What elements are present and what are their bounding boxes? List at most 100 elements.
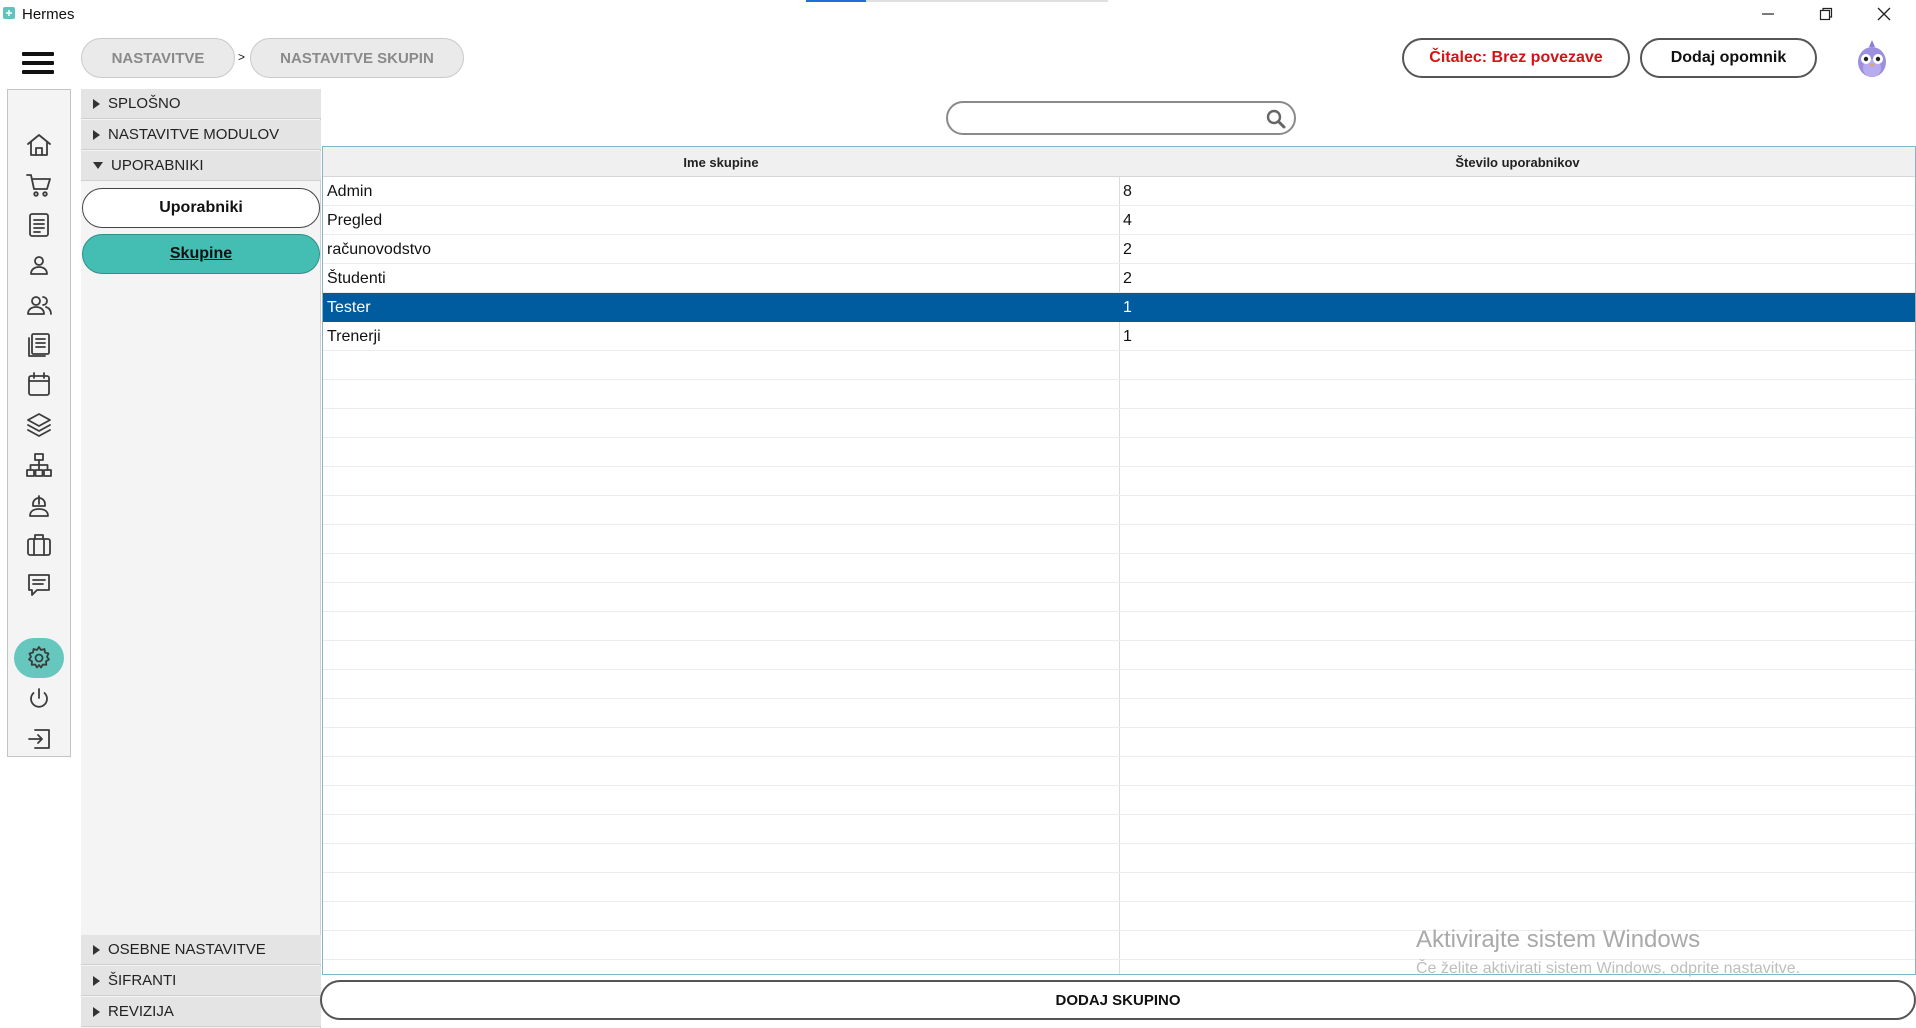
- tree-section-modules[interactable]: NASTAVITVE MODULOV: [81, 120, 321, 150]
- rail-power[interactable]: [22, 682, 56, 716]
- empty-table-row: [323, 467, 1915, 496]
- tree-section-codebooks[interactable]: ŠIFRANTI: [81, 966, 321, 996]
- empty-table-row: [323, 554, 1915, 583]
- cell-user-count: 4: [1123, 212, 1132, 229]
- expand-down-icon: [93, 162, 103, 169]
- empty-table-row: [323, 380, 1915, 409]
- rail-worker[interactable]: [22, 488, 56, 522]
- empty-table-row: [323, 525, 1915, 554]
- table-body: Admin 8 Pregled 4 računovodstvo 2 Študen…: [323, 177, 1915, 960]
- title-bar: Hermes: [0, 0, 1916, 28]
- tree-section-label: OSEBNE NASTAVITVE: [108, 941, 266, 958]
- rail-network[interactable]: [22, 448, 56, 482]
- rail-cart[interactable]: [22, 168, 56, 202]
- column-header-user-count[interactable]: Število uporabnikov: [1120, 147, 1915, 177]
- rail-documents[interactable]: [22, 208, 56, 242]
- tree-item-groups[interactable]: Skupine: [82, 234, 320, 274]
- calendar-icon: [28, 372, 50, 396]
- empty-table-row: [323, 496, 1915, 525]
- breadcrumb-separator: >: [238, 50, 246, 64]
- cell-group-name: računovodstvo: [327, 241, 432, 258]
- empty-table-row: [323, 438, 1915, 467]
- reader-status-button[interactable]: Čitalec: Brez povezave: [1402, 38, 1630, 78]
- expand-right-icon: [93, 129, 100, 140]
- add-group-button[interactable]: DODAJ SKUPINO: [320, 980, 1916, 1020]
- power-icon: [30, 688, 48, 708]
- expand-right-icon: [93, 1006, 100, 1017]
- layers-icon: [27, 413, 51, 437]
- restore-icon: [1819, 7, 1833, 21]
- windows-activation-subtitle: Če želite aktivirati sistem Windows, odp…: [1416, 960, 1801, 977]
- logout-icon: [28, 729, 50, 749]
- cell-user-count: 1: [1123, 328, 1132, 345]
- rail-users[interactable]: [22, 288, 56, 322]
- expand-right-icon: [93, 98, 100, 109]
- hermes-logo-icon: [3, 7, 15, 19]
- rail-user[interactable]: [22, 248, 56, 282]
- tree-section-users[interactable]: UPORABNIKI: [81, 151, 321, 181]
- empty-table-row: [323, 583, 1915, 612]
- search-box: [946, 101, 1296, 135]
- table-row[interactable]: računovodstvo 2: [323, 235, 1915, 264]
- close-icon: [1877, 7, 1891, 21]
- mouse-icon: [29, 495, 49, 517]
- document-icon: [29, 213, 49, 237]
- breadcrumb-settings[interactable]: NASTAVITVE: [81, 38, 235, 78]
- rail-layers[interactable]: [22, 408, 56, 442]
- rail-home[interactable]: [22, 128, 56, 162]
- hamburger-menu-icon[interactable]: [22, 52, 54, 76]
- search-icon[interactable]: [1266, 109, 1286, 129]
- briefcase-icon: [27, 534, 51, 556]
- column-header-group-name[interactable]: Ime skupine: [323, 147, 1119, 177]
- cell-group-name: Tester: [327, 299, 371, 316]
- cell-user-count: 1: [1123, 299, 1132, 316]
- message-icon: [28, 574, 50, 596]
- empty-table-row: [323, 670, 1915, 699]
- tree-section-audit[interactable]: REVIZIJA: [81, 997, 321, 1027]
- table-row[interactable]: Študenti 2: [323, 264, 1915, 293]
- empty-table-row: [323, 844, 1915, 873]
- module-rail: [7, 89, 71, 757]
- cell-user-count: 8: [1123, 183, 1132, 200]
- rail-calendar[interactable]: [22, 368, 56, 402]
- rail-logout[interactable]: [22, 722, 56, 756]
- user-icon: [30, 256, 48, 275]
- rail-notes[interactable]: [22, 328, 56, 362]
- tree-section-general[interactable]: SPLOŠNO: [81, 89, 321, 119]
- cell-group-name: Admin: [327, 183, 373, 200]
- cell-user-count: 2: [1123, 270, 1132, 287]
- mascot-avatar-icon[interactable]: [1852, 38, 1892, 80]
- rail-settings[interactable]: [14, 638, 64, 678]
- add-reminder-button[interactable]: Dodaj opomnik: [1640, 38, 1817, 78]
- close-window-button[interactable]: [1856, 0, 1912, 28]
- settings-tree: SPLOŠNO NASTAVITVE MODULOV UPORABNIKI Up…: [81, 89, 321, 1028]
- window-title: Hermes: [22, 6, 75, 23]
- empty-table-row: [323, 786, 1915, 815]
- table-row[interactable]: Pregled 4: [323, 206, 1915, 235]
- table-row[interactable]: Trenerji 1: [323, 322, 1915, 351]
- search-input[interactable]: [962, 108, 1252, 128]
- tree-section-personal-settings[interactable]: OSEBNE NASTAVITVE: [81, 935, 321, 965]
- table-header: Ime skupine Število uporabnikov: [323, 147, 1915, 177]
- notes-icon: [28, 333, 50, 357]
- home-icon: [27, 134, 51, 156]
- table-row-selected[interactable]: Tester 1: [323, 293, 1915, 322]
- empty-table-row: [323, 641, 1915, 670]
- breadcrumb-group-settings[interactable]: NASTAVITVE SKUPIN: [250, 38, 464, 78]
- cell-group-name: Pregled: [327, 212, 383, 229]
- rail-messages[interactable]: [22, 568, 56, 602]
- minimize-button[interactable]: [1740, 0, 1796, 28]
- rail-briefcase[interactable]: [22, 528, 56, 562]
- restore-button[interactable]: [1798, 0, 1854, 28]
- expand-right-icon: [93, 975, 100, 986]
- expand-right-icon: [93, 944, 100, 955]
- cell-user-count: 2: [1123, 241, 1132, 258]
- empty-table-row: [323, 728, 1915, 757]
- title-focus-indicator: [806, 0, 1108, 2]
- tree-section-label: REVIZIJA: [108, 1003, 174, 1020]
- cell-group-name: Trenerji: [327, 328, 381, 345]
- empty-table-row: [323, 612, 1915, 641]
- empty-table-row: [323, 873, 1915, 902]
- table-row[interactable]: Admin 8: [323, 177, 1915, 206]
- tree-item-users[interactable]: Uporabniki: [82, 188, 320, 228]
